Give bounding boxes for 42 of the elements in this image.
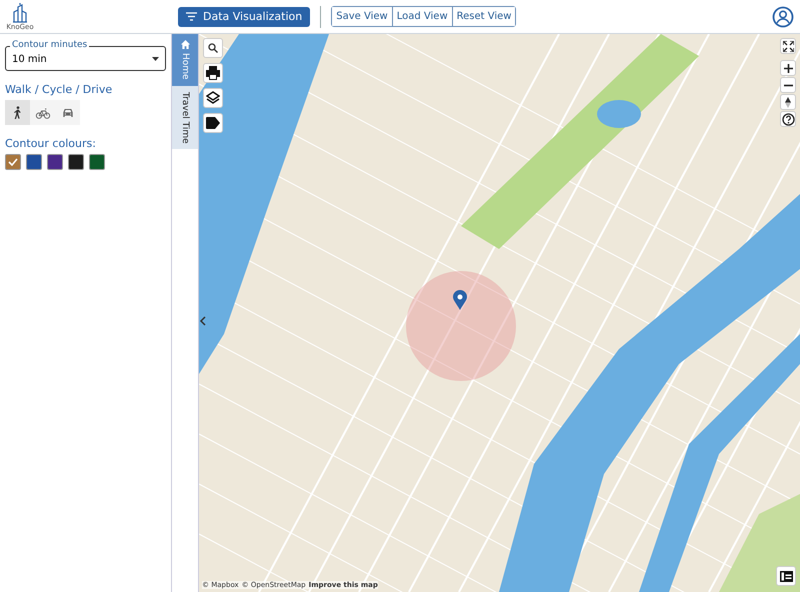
colour-swatch[interactable] <box>89 154 105 170</box>
help-icon <box>782 112 794 126</box>
printer-icon <box>206 66 220 80</box>
side-tab[interactable]: Home <box>172 34 198 86</box>
legend-button[interactable] <box>776 566 796 586</box>
plus-icon <box>784 64 792 72</box>
contour-minutes-select[interactable]: Contour minutes 10 min <box>5 40 166 71</box>
zoom-in-button[interactable] <box>780 60 796 76</box>
view-button[interactable]: Reset View <box>452 7 516 26</box>
fullscreen-button[interactable] <box>780 38 796 54</box>
city-logo-icon <box>11 2 29 22</box>
check-icon <box>8 158 18 166</box>
help-button[interactable] <box>780 111 796 127</box>
search-button[interactable] <box>203 38 223 58</box>
zoom-out-button[interactable] <box>780 77 796 93</box>
colour-swatch[interactable] <box>5 154 21 170</box>
cycle-mode-button[interactable] <box>30 100 55 125</box>
data-visualization-button[interactable]: Data Visualization <box>178 6 310 26</box>
collapse-chevron-icon[interactable] <box>199 316 207 326</box>
print-button[interactable] <box>203 63 223 83</box>
colours-heading: Contour colours: <box>5 137 97 150</box>
fullscreen-icon <box>782 40 794 52</box>
colour-swatch[interactable] <box>47 154 63 170</box>
filter-icon <box>186 12 197 21</box>
compass-icon <box>785 96 791 108</box>
colour-swatch[interactable] <box>68 154 84 170</box>
user-avatar-icon[interactable] <box>772 6 794 28</box>
legend-icon <box>780 570 792 582</box>
side-tab[interactable]: Travel Time <box>172 86 198 150</box>
mode-heading: Walk / Cycle / Drive <box>5 83 114 96</box>
map-pin-icon[interactable] <box>453 290 467 310</box>
walk-mode-button[interactable] <box>5 100 30 125</box>
layers-icon <box>206 91 220 105</box>
label-button[interactable] <box>203 113 223 133</box>
compass-button[interactable] <box>780 94 796 110</box>
home-icon <box>180 40 190 49</box>
colour-swatch[interactable] <box>26 154 42 170</box>
tag-icon <box>206 117 220 129</box>
dropdown-caret-icon <box>152 57 159 61</box>
search-icon <box>208 43 218 53</box>
layers-button[interactable] <box>203 88 223 108</box>
drive-mode-button[interactable] <box>55 100 80 125</box>
